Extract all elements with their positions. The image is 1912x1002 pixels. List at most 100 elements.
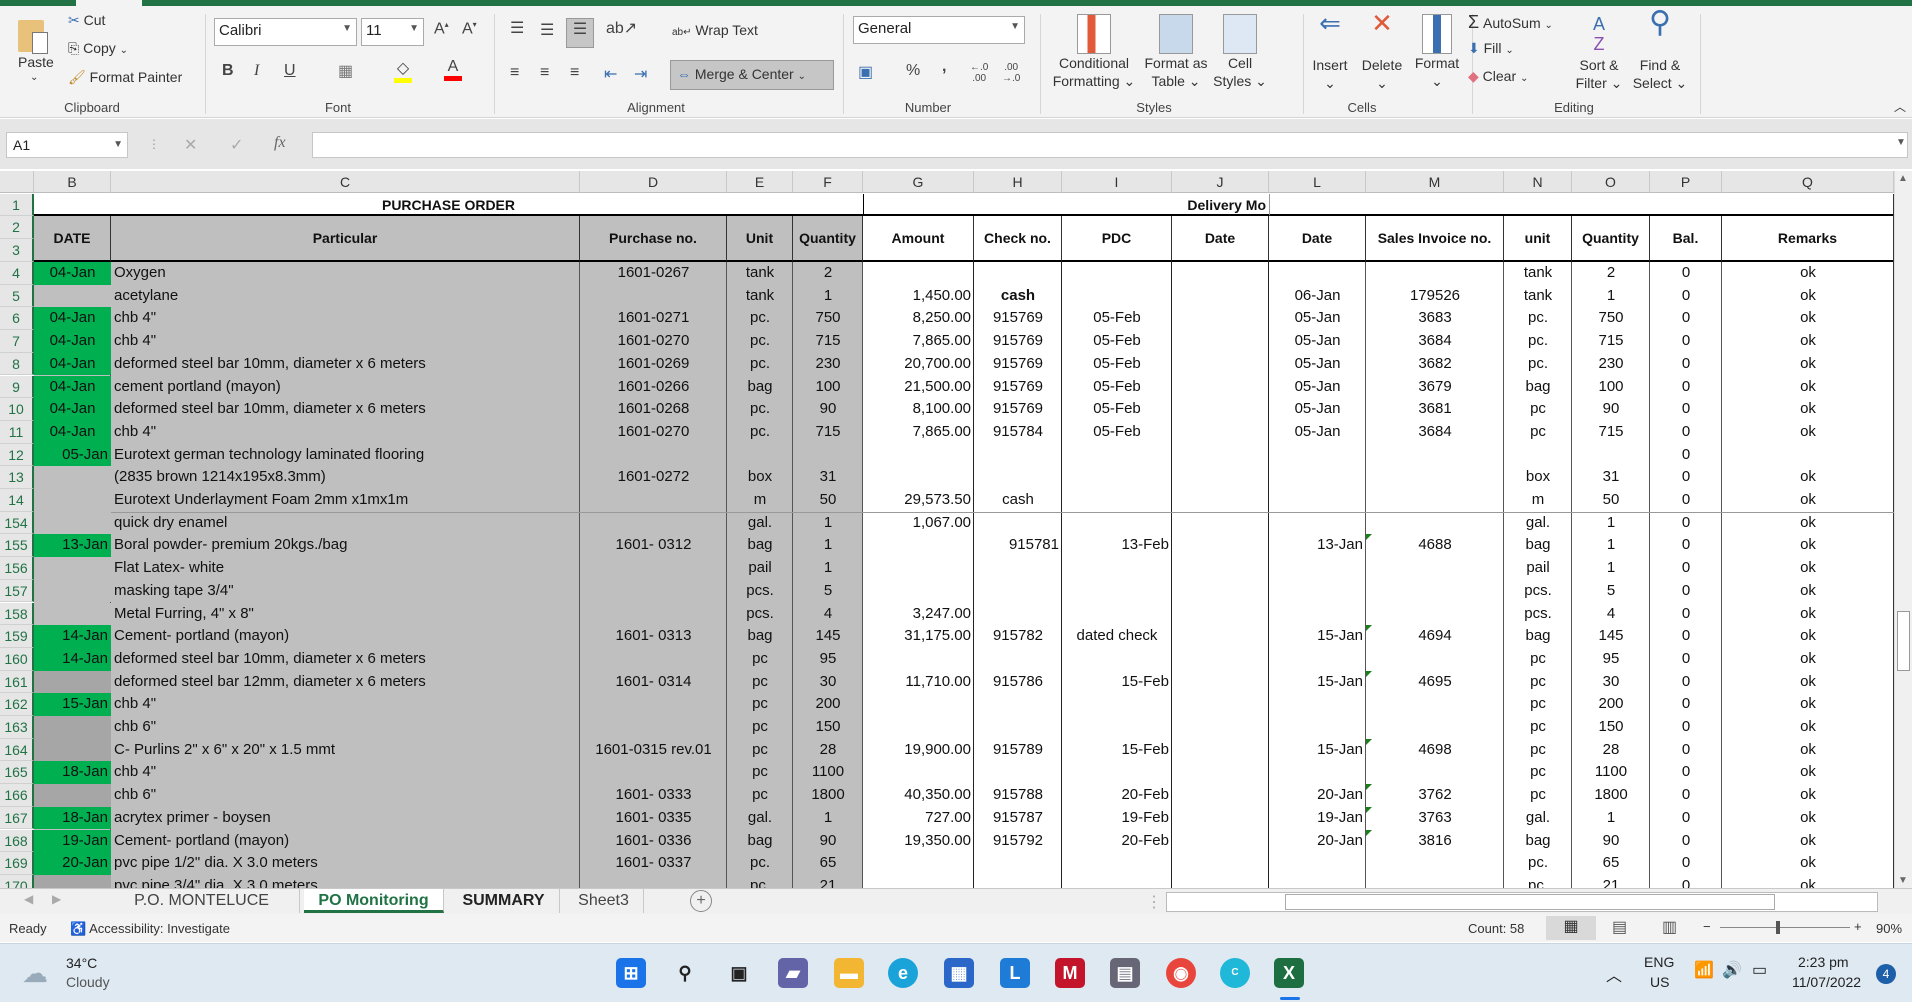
row-header[interactable]: 161 bbox=[0, 670, 34, 694]
cell-C[interactable]: deformed steel bar 12mm, diameter x 6 me… bbox=[111, 671, 580, 694]
cell-D[interactable] bbox=[580, 761, 727, 784]
cell-N[interactable]: pc bbox=[1504, 398, 1572, 421]
cell-P[interactable]: 0 bbox=[1650, 716, 1722, 739]
cell-Q[interactable]: ok bbox=[1722, 262, 1894, 285]
cell-D[interactable]: 1601- 0337 bbox=[580, 852, 727, 875]
cell-N[interactable]: bag bbox=[1504, 376, 1572, 399]
chrome-icon[interactable]: ◉ bbox=[1166, 958, 1196, 988]
cell-B[interactable]: 04-Jan bbox=[34, 375, 111, 399]
cell-G[interactable] bbox=[863, 852, 974, 875]
cell-E[interactable]: bag bbox=[727, 376, 793, 399]
cell-F[interactable]: 21 bbox=[793, 875, 863, 888]
cell-D[interactable] bbox=[580, 716, 727, 739]
column-header-H[interactable]: H bbox=[974, 171, 1062, 193]
cell-I[interactable]: 15-Feb bbox=[1062, 739, 1172, 762]
align-left-icon[interactable]: ≡ bbox=[510, 64, 519, 82]
number-format-select[interactable]: General ▼ bbox=[853, 16, 1025, 44]
cell-N[interactable]: pc bbox=[1504, 648, 1572, 671]
comment-indicator[interactable] bbox=[1366, 625, 1372, 632]
cell-L[interactable]: 06-Jan bbox=[1269, 285, 1366, 308]
cell-L[interactable] bbox=[1269, 262, 1366, 285]
cell-H[interactable]: 915786 bbox=[974, 671, 1062, 694]
cell-J[interactable] bbox=[1172, 557, 1269, 580]
cell-F[interactable]: 1 bbox=[793, 534, 863, 557]
cell-E[interactable]: m bbox=[727, 489, 793, 512]
cell-H[interactable] bbox=[974, 716, 1062, 739]
font-color-icon[interactable]: A bbox=[444, 58, 462, 81]
cell-Q[interactable]: ok bbox=[1722, 852, 1894, 875]
cell-J[interactable] bbox=[1172, 807, 1269, 830]
cut-button[interactable]: ✂ Cut bbox=[68, 12, 105, 29]
cell-B[interactable]: 18-Jan bbox=[34, 806, 111, 830]
cell-E[interactable]: pc bbox=[727, 761, 793, 784]
cell-B[interactable]: 14-Jan bbox=[34, 625, 111, 648]
cell-I[interactable]: 15-Feb bbox=[1062, 671, 1172, 694]
align-center-icon[interactable]: ≡ bbox=[540, 64, 549, 82]
cell-N[interactable]: pc bbox=[1504, 761, 1572, 784]
cell-C[interactable]: Eurotext german technology laminated flo… bbox=[111, 444, 580, 467]
cell-P[interactable]: 0 bbox=[1650, 693, 1722, 716]
cell-M[interactable] bbox=[1366, 489, 1504, 512]
cell-O[interactable]: 5 bbox=[1572, 580, 1650, 603]
cell-L[interactable]: 05-Jan bbox=[1269, 330, 1366, 353]
region[interactable]: US bbox=[1650, 974, 1669, 990]
column-header-P[interactable]: P bbox=[1650, 171, 1722, 193]
cell-F[interactable]: 30 bbox=[793, 671, 863, 694]
cell-E[interactable] bbox=[727, 444, 793, 467]
cell-M[interactable]: 3681 bbox=[1366, 398, 1504, 421]
cell-D[interactable] bbox=[580, 580, 727, 603]
cell-N[interactable]: bag bbox=[1504, 830, 1572, 853]
cell-Q[interactable]: ok bbox=[1722, 466, 1894, 489]
wifi-icon[interactable]: 📶 bbox=[1694, 960, 1714, 980]
align-bottom-icon[interactable]: ☰ bbox=[566, 18, 594, 48]
cell-B[interactable] bbox=[34, 284, 111, 308]
cell-H[interactable]: 915787 bbox=[974, 807, 1062, 830]
cell-L[interactable]: 13-Jan bbox=[1269, 534, 1366, 557]
row-header[interactable]: 169 bbox=[0, 852, 34, 875]
cell-D[interactable] bbox=[580, 603, 727, 626]
weather-temp[interactable]: 34°C bbox=[66, 955, 97, 971]
cell-M[interactable] bbox=[1366, 557, 1504, 580]
column-header-I[interactable]: I bbox=[1062, 171, 1172, 193]
cell-H[interactable]: 915769 bbox=[974, 398, 1062, 421]
cell-J[interactable] bbox=[1172, 534, 1269, 557]
cell-L[interactable]: 15-Jan bbox=[1269, 739, 1366, 762]
cell-N[interactable]: tank bbox=[1504, 262, 1572, 285]
cell-I[interactable]: 05-Feb bbox=[1062, 330, 1172, 353]
row-header[interactable]: 159 bbox=[0, 625, 34, 648]
align-top-icon[interactable]: ☰ bbox=[510, 18, 524, 38]
cell-I[interactable] bbox=[1062, 716, 1172, 739]
cell-N[interactable]: pc bbox=[1504, 739, 1572, 762]
tab-split-handle[interactable]: ⋮ bbox=[1146, 892, 1162, 912]
format-button[interactable]: Format ⌄ bbox=[1410, 14, 1464, 90]
cell-O[interactable]: 150 bbox=[1572, 716, 1650, 739]
format-painter-button[interactable]: 🖌 Format Painter bbox=[68, 69, 182, 86]
cell-G[interactable]: 727.00 bbox=[863, 807, 974, 830]
cell-B[interactable]: 19-Jan bbox=[34, 829, 111, 853]
cell-J[interactable] bbox=[1172, 353, 1269, 376]
cell-O[interactable]: 90 bbox=[1572, 830, 1650, 853]
cell-I[interactable] bbox=[1062, 444, 1172, 467]
cell-B[interactable]: 04-Jan bbox=[34, 307, 111, 331]
cell-F[interactable]: 90 bbox=[793, 398, 863, 421]
cell-Q[interactable]: ok bbox=[1722, 830, 1894, 853]
cell-L[interactable]: 15-Jan bbox=[1269, 671, 1366, 694]
cell-F[interactable]: 750 bbox=[793, 307, 863, 330]
cell-P[interactable]: 0 bbox=[1650, 307, 1722, 330]
cell-J[interactable] bbox=[1172, 875, 1269, 888]
cell-C[interactable]: deformed steel bar 10mm, diameter x 6 me… bbox=[111, 398, 580, 421]
row-header[interactable]: 8 bbox=[0, 352, 34, 376]
cell-L[interactable]: 05-Jan bbox=[1269, 421, 1366, 444]
sheet-tab-p-o-monteluce-2015-[interactable]: P.O. MONTELUCE (2015) bbox=[104, 889, 300, 933]
cell-B[interactable] bbox=[34, 602, 111, 626]
cell-G[interactable]: 3,247.00 bbox=[863, 603, 974, 626]
cell-G[interactable]: 29,573.50 bbox=[863, 489, 974, 512]
cell-I[interactable]: 20-Feb bbox=[1062, 784, 1172, 807]
cell-F[interactable] bbox=[793, 444, 863, 467]
cell-P[interactable]: 0 bbox=[1650, 444, 1722, 467]
cell-L[interactable] bbox=[1269, 557, 1366, 580]
cell-F[interactable]: 145 bbox=[793, 625, 863, 648]
shrink-font-icon[interactable]: A▾ bbox=[462, 20, 477, 38]
cell-P[interactable]: 0 bbox=[1650, 648, 1722, 671]
zoom-slider-thumb[interactable] bbox=[1776, 921, 1780, 934]
